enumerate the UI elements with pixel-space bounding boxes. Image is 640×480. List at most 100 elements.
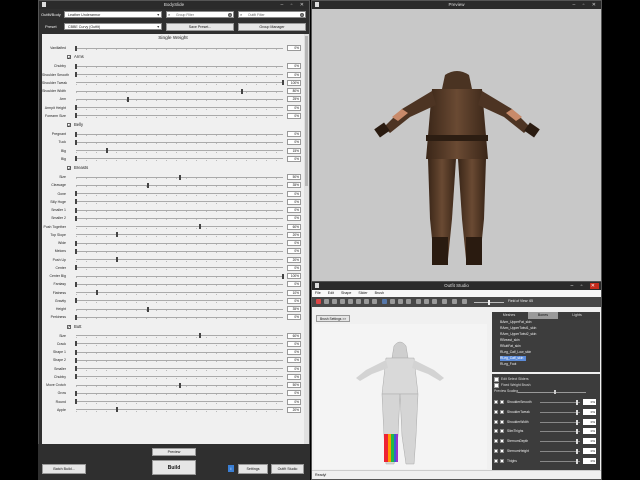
- slider-value-field[interactable]: 25%: [287, 96, 301, 103]
- slider-thumb[interactable]: [75, 240, 77, 246]
- slider-value-field[interactable]: 0%: [287, 104, 301, 111]
- slider-value-field[interactable]: 0%: [287, 349, 301, 355]
- slider-panel-scrollbar[interactable]: [304, 34, 309, 444]
- info-icon[interactable]: i: [228, 465, 234, 472]
- batch-build-button[interactable]: Batch Build...: [42, 464, 86, 474]
- slider-thumb[interactable]: [75, 199, 77, 205]
- bone-list[interactable]: BArm_UpperFat_skin RArm_UpperTwist1_skin…: [492, 319, 600, 372]
- slider-thumb[interactable]: [75, 105, 77, 110]
- list-item[interactable]: RLeg_Foot: [500, 362, 516, 367]
- tab-bones[interactable]: Bones: [528, 312, 558, 319]
- slider-value-field[interactable]: 0%: [287, 357, 301, 364]
- slider-value-field[interactable]: 0%: [287, 398, 301, 405]
- slider-thumb[interactable]: [75, 156, 77, 162]
- slider-thumb[interactable]: [75, 215, 77, 221]
- brush-size-icon[interactable]: [442, 299, 447, 304]
- lighting-icon[interactable]: [424, 299, 429, 304]
- outfit-slider-thumb[interactable]: [576, 439, 578, 445]
- outfit-slider-track[interactable]: [540, 460, 580, 462]
- tab-meshes[interactable]: Meshes: [494, 312, 524, 319]
- brush-focus-icon[interactable]: [462, 299, 467, 304]
- slider-thumb[interactable]: [75, 281, 77, 287]
- slider-value-field[interactable]: 0%: [287, 340, 301, 347]
- slider-value-field[interactable]: 0%: [287, 297, 301, 304]
- slider-thumb[interactable]: [116, 407, 119, 413]
- preview-button[interactable]: Preview: [152, 448, 196, 456]
- outfit-slider-thumb[interactable]: [576, 419, 578, 425]
- slider-checkbox[interactable]: [494, 400, 498, 404]
- slider-thumb[interactable]: [75, 357, 77, 363]
- slider-thumb[interactable]: [75, 139, 77, 145]
- clear-icon[interactable]: ×: [300, 13, 304, 17]
- slider-value-field[interactable]: 0%: [287, 71, 301, 78]
- outfit-slider-value[interactable]: 0%: [583, 399, 596, 405]
- scrollbar-thumb[interactable]: [305, 36, 308, 186]
- inflate-tool-icon[interactable]: [332, 299, 337, 304]
- slider-thumb[interactable]: [75, 314, 77, 320]
- slider-edit-toggle[interactable]: [500, 409, 504, 414]
- section-header[interactable]: Belly: [42, 121, 304, 130]
- outfit-studio-button[interactable]: Outfit Studio: [271, 464, 304, 474]
- smooth-tool-icon[interactable]: [356, 299, 361, 304]
- section-checkbox[interactable]: [67, 323, 71, 331]
- slider-value-field[interactable]: 20%: [287, 231, 301, 238]
- section-header[interactable]: Arms: [42, 53, 304, 62]
- slider-value-field[interactable]: 10%: [287, 289, 301, 296]
- slider-value-field[interactable]: 20%: [287, 256, 301, 263]
- slider-edit-toggle[interactable]: [500, 429, 504, 434]
- outfit-studio-viewport[interactable]: [314, 324, 487, 469]
- outfit-slider-thumb[interactable]: [576, 400, 578, 405]
- slider-value-field[interactable]: 0%: [287, 198, 301, 205]
- slider-value-field[interactable]: 35%: [287, 182, 301, 189]
- preview-viewport[interactable]: [312, 9, 601, 281]
- section-checkbox[interactable]: [67, 54, 71, 62]
- list-item-selected[interactable]: RLeg_Calf_skin: [500, 356, 527, 361]
- wireframe-icon[interactable]: [416, 299, 421, 304]
- group-filter-input[interactable]: ⌕ Group Filter ×: [166, 11, 234, 18]
- slider-edit-toggle[interactable]: [500, 419, 504, 424]
- slider-value-field[interactable]: 60%: [287, 332, 301, 339]
- outfit-slider-track[interactable]: [540, 431, 580, 433]
- slider-value-field[interactable]: 50%: [287, 174, 301, 180]
- slider-checkbox[interactable]: [494, 419, 498, 424]
- save-preset-button[interactable]: Save Preset...: [166, 23, 234, 31]
- preset-dropdown[interactable]: CBBE Curvy (Outfit) ▼: [64, 23, 162, 30]
- slider-thumb[interactable]: [199, 333, 202, 338]
- slider-value-field[interactable]: 0%: [287, 248, 301, 255]
- slider-thumb[interactable]: [282, 273, 284, 279]
- build-button[interactable]: Build: [152, 460, 196, 475]
- weight-tool-icon[interactable]: [364, 299, 369, 304]
- slider-thumb[interactable]: [75, 374, 77, 380]
- tab-lights[interactable]: Lights: [562, 312, 592, 319]
- section-header[interactable]: Breasts: [42, 164, 304, 173]
- slider-edit-toggle[interactable]: [500, 458, 504, 463]
- slider-thumb[interactable]: [75, 390, 77, 396]
- view-left-icon[interactable]: [398, 299, 403, 304]
- slider-value-field[interactable]: 100%: [287, 79, 301, 86]
- slider-thumb[interactable]: [75, 366, 77, 371]
- settings-button[interactable]: Settings: [238, 464, 268, 474]
- outfit-slider-value[interactable]: 0%: [583, 438, 596, 445]
- slider-thumb[interactable]: [75, 298, 77, 304]
- slider-checkbox[interactable]: [494, 458, 498, 463]
- slider-checkbox[interactable]: [494, 449, 498, 453]
- slider-checkbox[interactable]: [494, 439, 498, 444]
- slider-thumb[interactable]: [75, 113, 77, 119]
- slider-thumb[interactable]: [75, 248, 77, 254]
- menu-edit[interactable]: Edit: [328, 291, 334, 295]
- slider-value-field[interactable]: 0%: [287, 215, 301, 222]
- slider-value-field[interactable]: 100%: [287, 273, 301, 279]
- slider-edit-toggle[interactable]: [500, 449, 504, 453]
- slider-value-field[interactable]: 0%: [287, 365, 301, 372]
- slider-thumb[interactable]: [75, 191, 77, 196]
- list-item[interactable]: RArm_UpperTwist1_skin: [500, 326, 536, 331]
- slider-thumb[interactable]: [106, 148, 109, 153]
- slider-value-field[interactable]: 0%: [287, 264, 301, 271]
- outfit-slider-value[interactable]: 0%: [583, 408, 596, 415]
- slider-checkbox[interactable]: [494, 409, 498, 414]
- clear-icon[interactable]: ×: [228, 13, 232, 17]
- move-tool-icon[interactable]: [348, 299, 353, 304]
- slider-value-field[interactable]: 0%: [287, 190, 301, 197]
- slider-value-field[interactable]: 0%: [287, 139, 301, 146]
- slider-value-field[interactable]: 0%: [287, 63, 301, 70]
